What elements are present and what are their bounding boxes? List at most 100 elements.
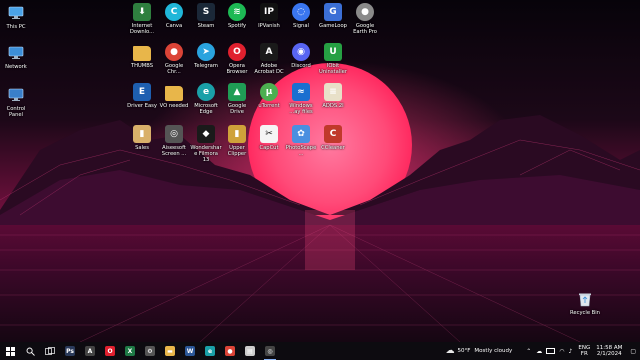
desktop-shortcut[interactable]: ▲ Google Drive [221, 83, 253, 123]
desktop-shortcut[interactable]: ● Google Chr... [158, 43, 190, 83]
desktop-shortcut[interactable]: ◌ Signal [285, 3, 317, 43]
desktop-shortcut[interactable]: Control Panel [0, 86, 32, 126]
desktop-shortcut-label: Steam [197, 23, 215, 29]
taskbar-app-file-explorer[interactable]: ▬ [160, 342, 180, 360]
desktop-shortcut[interactable]: E Driver Easy [126, 83, 158, 123]
taskbar-app-settings[interactable]: ⚙ [140, 342, 160, 360]
desktop-shortcut-label: PhotoScape... [285, 145, 317, 158]
taskbar-app-notes[interactable]: ▤ [240, 342, 260, 360]
desktop-shortcut-label: IPVanish [258, 23, 280, 29]
photoscape-icon: ✿ [292, 125, 310, 143]
google-drive-icon: ▲ [228, 83, 246, 101]
desktop-shortcut[interactable]: ≋ Spotify [221, 3, 253, 43]
desktop-shortcut-label: Google Earth Pro [353, 23, 377, 36]
desktop-shortcut[interactable]: ≡ ADDS.2I [317, 83, 349, 123]
taskbar-app-opera[interactable]: O [100, 342, 120, 360]
recycle-bin[interactable]: Recycle Bin [570, 290, 600, 330]
desktop-shortcut[interactable]: ◎ Aiseesoft Screen ... [158, 125, 190, 165]
desktop-shortcut[interactable]: ▮ Upper Clipper [221, 125, 253, 165]
desktop-shortcut[interactable]: e Microsoft Edge [190, 83, 222, 123]
opera-icon: O [228, 43, 246, 61]
desktop-shortcut-label: CCleaner [321, 145, 345, 151]
show-hidden-icons-chevron-up-icon[interactable]: ⌃ [526, 348, 531, 355]
desktop-shortcut[interactable]: ● Google Earth Pro [349, 3, 381, 43]
wifi-icon[interactable]: ◠ [559, 348, 564, 355]
desktop-shortcut[interactable]: THUMBS [126, 43, 158, 83]
iobit-uninstaller-icon: U [324, 43, 342, 61]
desktop-shortcut[interactable]: O Opera Browser [221, 43, 253, 83]
desktop-shortcut[interactable]: ◆ Wondershare Filmora 13 [190, 125, 222, 165]
desktop-shortcut-label: CapCut [259, 145, 279, 151]
task-view-button[interactable] [40, 342, 60, 360]
desktop-shortcut[interactable]: ✿ PhotoScape... [285, 125, 317, 165]
spotify-icon: ≋ [228, 3, 246, 21]
taskbar-app-chrome[interactable]: ● [220, 342, 240, 360]
telegram-icon: ➤ [197, 43, 215, 61]
desktop-shortcut-label: Canva [165, 23, 183, 29]
word-icon: W [185, 346, 195, 356]
desktop-shortcut-label: Adobe Acrobat DC [254, 63, 284, 76]
desktop-shortcut[interactable]: ➤ Telegram [190, 43, 222, 83]
desktop-shortcut[interactable]: G GameLoop [317, 3, 349, 43]
desktop-shortcut[interactable]: ✂ CapCut [253, 125, 285, 165]
taskbar-app-photoshop[interactable]: Ps [60, 342, 80, 360]
files-icon: A [85, 346, 95, 356]
battery-icon[interactable] [546, 348, 556, 354]
aiseesoft-screen-recorder-icon: ◎ [165, 125, 183, 143]
desktop-shortcut[interactable]: Network [0, 44, 32, 84]
notes-icon: ▤ [245, 346, 255, 356]
desktop-shortcut[interactable]: This PC [0, 4, 32, 44]
excel-icon: X [125, 346, 135, 356]
desktop-shortcut-label: Network [5, 64, 27, 70]
desktop-shortcut[interactable]: μ uTorrent [253, 83, 285, 123]
clock[interactable]: 11:58 AM 2/1/2024 [596, 345, 622, 357]
utorrent-icon: μ [260, 83, 278, 101]
internet-download-manager-icon: ⬇ [133, 3, 151, 21]
taskbar-app-files[interactable]: A [80, 342, 100, 360]
taskbar-app-screen-recorder[interactable]: ◎ [260, 342, 280, 360]
desktop-shortcut-label: uTorrent [258, 103, 280, 109]
sales-folder-icon: ▮ [133, 125, 151, 143]
desktop-shortcut[interactable]: ◉ Discord [285, 43, 317, 83]
taskbar-app-word[interactable]: W [180, 342, 200, 360]
language-indicator[interactable]: ENG FR [578, 345, 590, 357]
desktop-shortcut-label: VO needed [159, 103, 189, 109]
onedrive-icon[interactable]: ☁ [536, 348, 542, 355]
task-view-icon [45, 346, 55, 356]
taskbar-app-edge[interactable]: e [200, 342, 220, 360]
desktop-shortcut[interactable]: ≈ Windows ...ay files [285, 83, 317, 123]
taskbar-app-excel[interactable]: X [120, 342, 140, 360]
volume-icon[interactable]: ♪ [569, 348, 573, 355]
clock-date: 2/1/2024 [596, 351, 622, 357]
desktop-shortcut[interactable]: A Adobe Acrobat DC [253, 43, 285, 83]
weather-condition: Mostly cloudy [474, 348, 513, 354]
desktop-shortcut[interactable]: ▮ Sales [126, 125, 158, 165]
driver-easy-icon: E [133, 83, 151, 101]
cloud-icon: ☁ [445, 346, 455, 356]
desktop-shortcut-label: Sales [135, 145, 149, 151]
start-button[interactable] [0, 342, 20, 360]
desktop-shortcut[interactable]: U IObit Uninstaller [317, 43, 349, 83]
desktop-shortcut[interactable]: IP IPVanish [253, 3, 285, 43]
notifications-icon[interactable]: ▢ [630, 348, 636, 355]
capcut-icon: ✂ [260, 125, 278, 143]
search-icon [25, 346, 35, 356]
ipvanish-icon: IP [260, 3, 278, 21]
desktop-shortcut[interactable]: ⬇ Internet Downlo... [126, 3, 158, 43]
adobe-acrobat-icon: A [260, 43, 278, 61]
language-line2: FR [580, 351, 588, 357]
desktop-shortcut-label: Spotify [227, 23, 247, 29]
desktop-shortcut[interactable]: VO needed [158, 83, 190, 123]
desktop-shortcut-label: Driver Easy [127, 103, 157, 109]
search-button[interactable] [20, 342, 40, 360]
google-chrome-icon: ● [165, 43, 183, 61]
desktop-shortcut-label: GameLoop [319, 23, 347, 29]
desktop-shortcut[interactable]: C CCleaner [317, 125, 349, 165]
desktop-shortcut[interactable]: S Steam [190, 3, 222, 43]
desktop-shortcut[interactable]: C Canva [158, 3, 190, 43]
gameloop-icon: G [324, 3, 342, 21]
this-pc-icon [7, 4, 25, 22]
weather-widget[interactable]: ☁ 50°F Mostly cloudy [446, 346, 513, 356]
desktop-shortcut-label: Opera Browser [226, 63, 248, 76]
desktop-shortcut-label: Google Chr... [164, 63, 184, 76]
